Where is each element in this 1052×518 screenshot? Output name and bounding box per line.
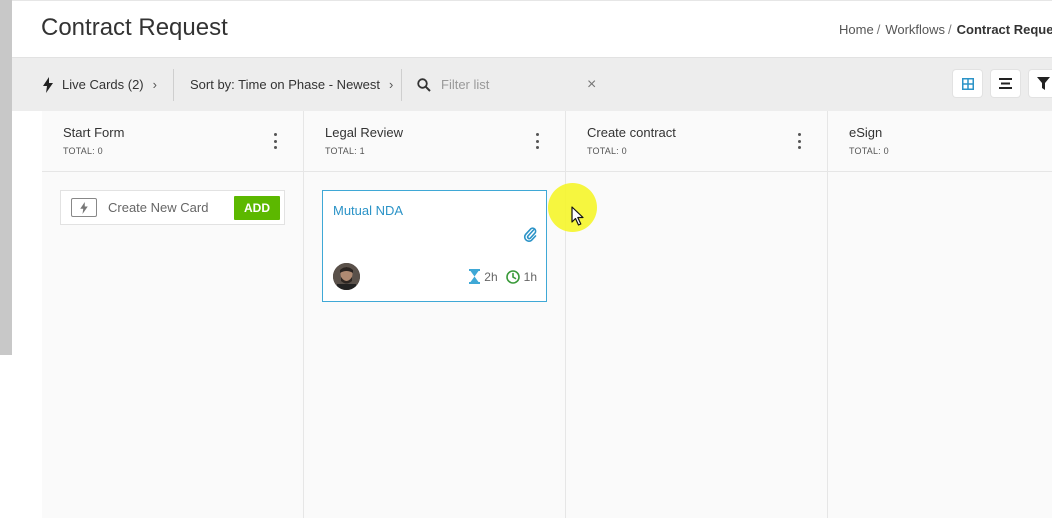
clear-filter-icon[interactable]: × bbox=[587, 58, 596, 111]
breadcrumb-workflows[interactable]: Workflows bbox=[885, 22, 945, 37]
workflow-card[interactable]: Mutual NDA 2h 1h bbox=[322, 190, 547, 302]
column-total: TOTAL: 0 bbox=[849, 146, 889, 156]
column-header: Legal Review TOTAL: 1 bbox=[304, 111, 565, 172]
avatar bbox=[333, 263, 360, 290]
column-menu-icon[interactable] bbox=[535, 133, 539, 149]
column-total: TOTAL: 0 bbox=[587, 146, 627, 156]
funnel-icon bbox=[1037, 77, 1050, 90]
column-esign: eSign TOTAL: 0 bbox=[828, 111, 1052, 518]
filter-input[interactable] bbox=[441, 77, 581, 92]
breadcrumb: Home/Workflows/Contract Request bbox=[839, 22, 1052, 37]
column-title: Start Form bbox=[63, 125, 125, 140]
live-cards-label: Live Cards (2) bbox=[62, 77, 144, 92]
column-total: TOTAL: 0 bbox=[63, 146, 103, 156]
page-header: Contract Request Home / Workflows / Contract… bbox=[12, 0, 1052, 58]
board-toolbar: Live Cards (2) › Sort by: Time on Phase … bbox=[12, 58, 1052, 111]
sort-button[interactable]: Sort by: Time on Phase - Newest › bbox=[190, 58, 393, 111]
hourglass-icon bbox=[469, 269, 481, 284]
page-title: Contract Request bbox=[41, 14, 228, 41]
breadcrumb-home[interactable]: Home bbox=[839, 22, 874, 37]
toolbar-divider bbox=[401, 69, 402, 101]
breadcrumb-separator: / bbox=[948, 22, 952, 37]
filter-button[interactable] bbox=[1029, 70, 1052, 97]
time-total: 1h bbox=[523, 269, 537, 284]
list-view-button[interactable] bbox=[991, 70, 1020, 97]
chevron-right-icon: › bbox=[389, 77, 394, 92]
lightning-icon bbox=[43, 76, 53, 93]
filter-area bbox=[417, 58, 581, 111]
grid-icon bbox=[961, 77, 974, 90]
column-menu-icon[interactable] bbox=[273, 133, 277, 149]
column-header: eSign TOTAL: 0 bbox=[828, 111, 1052, 172]
chevron-right-icon: › bbox=[152, 77, 157, 92]
left-rail-spacer bbox=[0, 355, 12, 518]
column-create-contract: Create contract TOTAL: 0 bbox=[566, 111, 828, 518]
breadcrumb-separator: / bbox=[876, 22, 881, 37]
mouse-pointer-icon bbox=[571, 206, 584, 226]
time-in-phase: 2h bbox=[484, 269, 498, 284]
column-title: Legal Review bbox=[325, 125, 404, 140]
list-icon bbox=[999, 78, 1012, 89]
create-new-card-label: Create New Card bbox=[108, 200, 209, 215]
add-button[interactable]: ADD bbox=[234, 196, 280, 220]
search-icon bbox=[417, 77, 431, 92]
left-scroll-rail bbox=[0, 0, 12, 355]
clock-icon bbox=[505, 269, 520, 284]
card-meta: 2h 1h bbox=[469, 269, 537, 284]
paperclip-icon bbox=[523, 227, 537, 242]
kanban-board: Start Form TOTAL: 0 Create New Card ADD … bbox=[42, 111, 1052, 518]
create-new-card[interactable]: Create New Card ADD bbox=[60, 190, 285, 225]
lightning-box-icon bbox=[71, 198, 97, 217]
column-menu-icon[interactable] bbox=[797, 133, 801, 149]
column-header: Start Form TOTAL: 0 bbox=[42, 111, 303, 172]
grid-view-button[interactable] bbox=[953, 70, 982, 97]
sort-label: Sort by: Time on Phase - Newest bbox=[190, 77, 381, 92]
column-legal-review: Legal Review TOTAL: 1 Mutual NDA 2h 1h bbox=[304, 111, 566, 518]
column-title: Create contract bbox=[587, 125, 676, 140]
column-title: eSign bbox=[849, 125, 883, 140]
toolbar-divider bbox=[173, 69, 174, 101]
column-header: Create contract TOTAL: 0 bbox=[566, 111, 827, 172]
breadcrumb-current: Contract Request bbox=[956, 22, 1052, 37]
column-start-form: Start Form TOTAL: 0 Create New Card ADD bbox=[42, 111, 304, 518]
card-title[interactable]: Mutual NDA bbox=[333, 203, 403, 218]
live-cards-button[interactable]: Live Cards (2) › bbox=[43, 58, 157, 111]
column-total: TOTAL: 1 bbox=[325, 146, 365, 156]
